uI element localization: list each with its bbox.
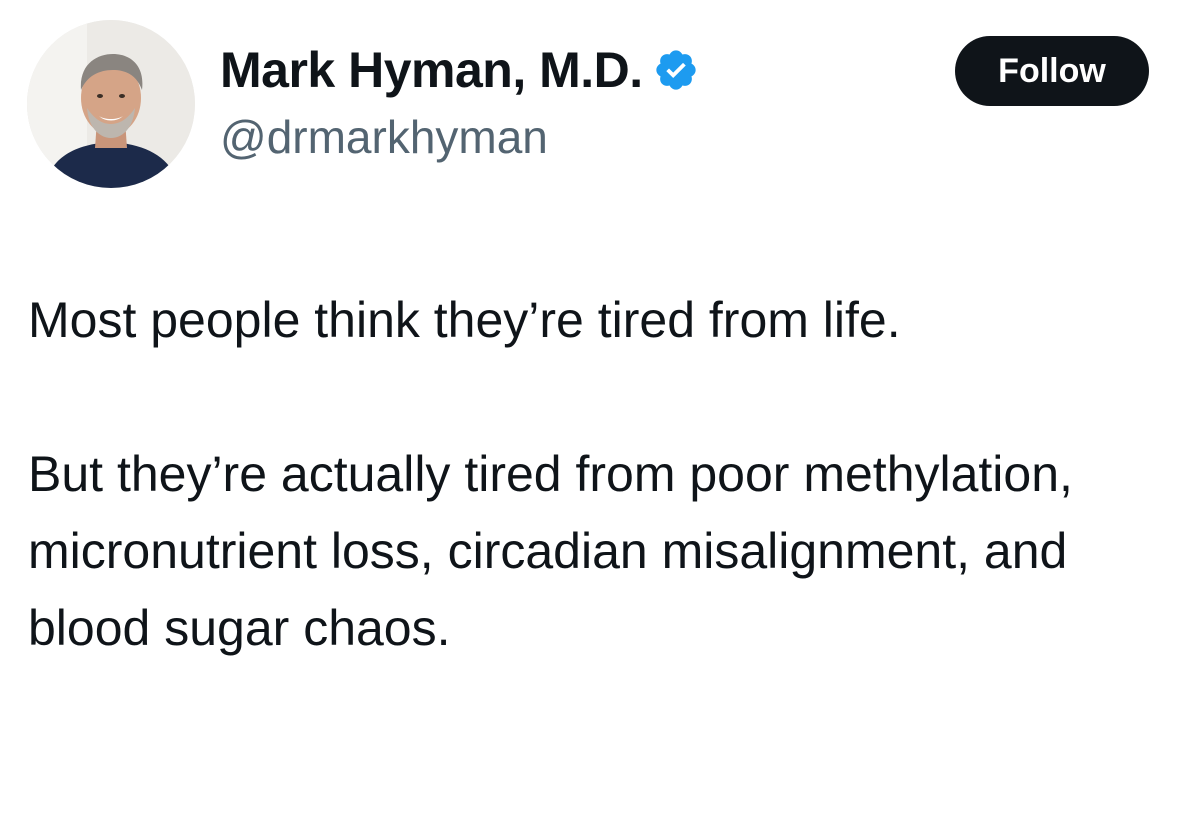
tweet-text: Most people think they’re tired from lif… xyxy=(28,282,1178,667)
author-handle[interactable]: @drmarkhyman xyxy=(220,110,548,164)
tweet-card: Mark Hyman, M.D. @drmarkhyman Follow Mos… xyxy=(0,0,1200,818)
verified-badge-icon[interactable] xyxy=(653,47,699,93)
tweet-paragraph: But they’re actually tired from poor met… xyxy=(28,446,1073,656)
author-avatar[interactable] xyxy=(27,20,195,188)
avatar-photo-icon xyxy=(27,20,195,188)
author-display-name[interactable]: Mark Hyman, M.D. xyxy=(220,41,643,99)
tweet-paragraph: Most people think they’re tired from lif… xyxy=(28,292,901,348)
follow-button[interactable]: Follow xyxy=(955,36,1149,106)
author-name-row: Mark Hyman, M.D. xyxy=(220,38,699,102)
